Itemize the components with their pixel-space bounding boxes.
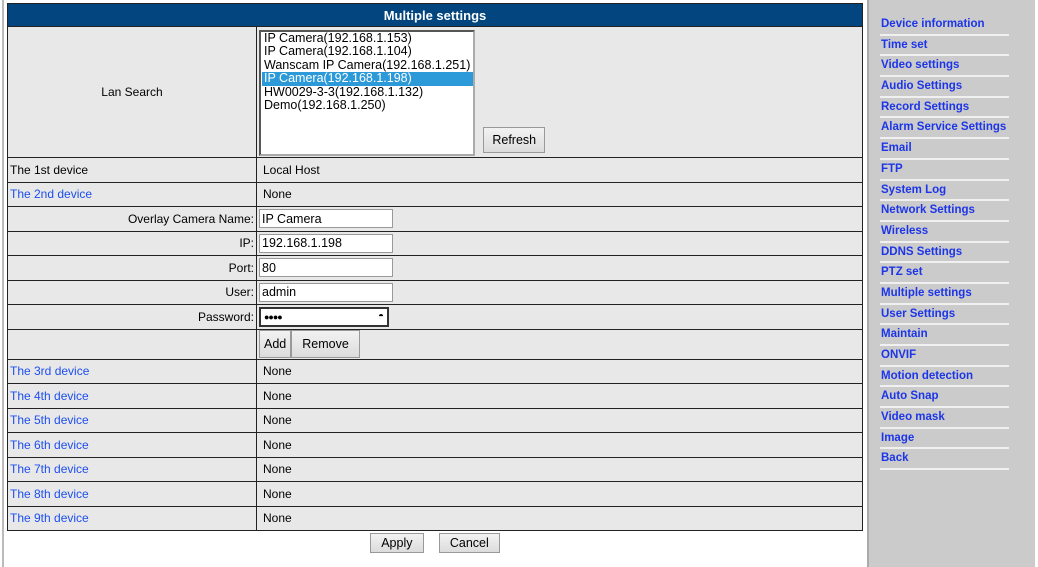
add-button[interactable]: Add [259, 330, 292, 358]
refresh-button[interactable]: Refresh [483, 126, 546, 153]
page-title: Multiple settings [7, 3, 863, 27]
apply-button[interactable]: Apply [370, 533, 424, 553]
sidebar-item-user-settings[interactable]: User Settings [880, 305, 1009, 326]
sidebar-item-multiple-settings[interactable]: Multiple settings [880, 284, 1009, 305]
sidebar-item-record-settings[interactable]: Record Settings [880, 98, 1009, 119]
device-link[interactable]: The 9th device [7, 505, 257, 531]
left-border [2, 0, 4, 567]
device-value: None [256, 456, 863, 482]
device-link[interactable]: The 7th device [7, 456, 257, 482]
sidebar-item-network-settings[interactable]: Network Settings [880, 201, 1009, 222]
password-label: Password: [7, 304, 257, 330]
lan-search-list[interactable]: IP Camera(192.168.1.153) IP Camera(192.16… [259, 29, 475, 156]
sidebar-item-auto-snap[interactable]: Auto Snap [880, 387, 1009, 409]
lan-search-option[interactable]: IP Camera(192.168.1.153) [262, 31, 473, 46]
sidebar-item-image[interactable]: Image [880, 429, 1009, 450]
device-link[interactable]: The 4th device [7, 383, 257, 409]
device-row: The 9th device None [7, 505, 863, 531]
sidebar-item-back[interactable]: Back [880, 449, 1009, 471]
lan-search-option[interactable]: HW0029-3-3(192.168.1.132) [262, 85, 473, 100]
sidebar-nav: Device information Time set Video settings… [867, 0, 1035, 567]
eye-icon[interactable]: ◓ [378, 311, 384, 322]
second-device-value: None [256, 181, 863, 207]
sidebar-item-maintain[interactable]: Maintain [880, 325, 1009, 346]
sidebar-item-video-mask[interactable]: Video mask [880, 408, 1009, 429]
ip-label: IP: [7, 230, 257, 256]
device-row: The 6th device None [7, 432, 863, 458]
lan-search-option[interactable]: Demo(192.168.1.250) [262, 98, 473, 113]
port-input[interactable] [259, 258, 393, 278]
form-actions: Apply Cancel [7, 533, 863, 553]
ip-input[interactable] [259, 233, 393, 253]
port-label: Port: [7, 255, 257, 281]
device-value: None [256, 505, 863, 531]
sidebar-item-ptz-set[interactable]: PTZ set [880, 263, 1009, 284]
lan-search-option[interactable]: IP Camera(192.168.1.198) [262, 71, 473, 86]
password-input[interactable]: ●●●● ◓ [259, 306, 389, 327]
main-panel: Multiple settings Lan Search IP Camera(1… [7, 3, 863, 553]
device-value: None [256, 383, 863, 409]
sidebar-item-alarm-service-settings[interactable]: Alarm Service Settings [880, 118, 1009, 140]
device-value: None [256, 358, 863, 384]
sidebar-item-device-information[interactable]: Device information [880, 15, 1009, 36]
settings-table: Multiple settings Lan Search IP Camera(1… [7, 3, 863, 531]
sidebar-item-onvif[interactable]: ONVIF [880, 346, 1009, 367]
lan-search-label: Lan Search [7, 26, 257, 158]
device-value: None [256, 481, 863, 507]
device-link[interactable]: The 5th device [7, 407, 257, 433]
device-row: The 5th device None [7, 407, 863, 433]
camera-name-input[interactable] [259, 209, 393, 229]
first-device-value: Local Host [256, 157, 863, 183]
sidebar-item-audio-settings[interactable]: Audio Settings [880, 77, 1009, 98]
device-value: None [256, 432, 863, 458]
sidebar-item-motion-detection[interactable]: Motion detection [880, 367, 1009, 388]
device-link[interactable]: The 3rd device [7, 358, 257, 384]
sidebar-item-ddns-settings[interactable]: DDNS Settings [880, 243, 1009, 264]
device-row: The 4th device None [7, 383, 863, 409]
device-row: The 3rd device None [7, 358, 863, 384]
sidebar-item-system-log[interactable]: System Log [880, 181, 1009, 202]
device-link[interactable]: The 6th device [7, 432, 257, 458]
sidebar-item-ftp[interactable]: FTP [880, 160, 1009, 181]
lan-search-option[interactable]: IP Camera(192.168.1.104) [262, 44, 473, 59]
blank-cell [7, 328, 257, 360]
device-row: The 7th device None [7, 456, 863, 482]
user-input[interactable] [259, 282, 393, 302]
user-label: User: [7, 279, 257, 305]
remove-button[interactable]: Remove [291, 330, 360, 358]
password-mask: ●●●● [264, 311, 283, 322]
sidebar-item-video-settings[interactable]: Video settings [880, 56, 1009, 78]
device-row: The 8th device None [7, 481, 863, 507]
lan-search-option[interactable]: Wanscam IP Camera(192.168.1.251) [262, 58, 473, 73]
camera-name-label: Overlay Camera Name: [7, 206, 257, 232]
sidebar-item-email[interactable]: Email [880, 139, 1009, 160]
cancel-button[interactable]: Cancel [438, 533, 500, 553]
second-device-link[interactable]: The 2nd device [7, 181, 257, 207]
sidebar-item-time-set[interactable]: Time set [880, 36, 1009, 57]
device-link[interactable]: The 8th device [7, 481, 257, 507]
device-value: None [256, 407, 863, 433]
first-device-label: The 1st device [7, 157, 257, 183]
sidebar-item-wireless[interactable]: Wireless [880, 222, 1009, 243]
